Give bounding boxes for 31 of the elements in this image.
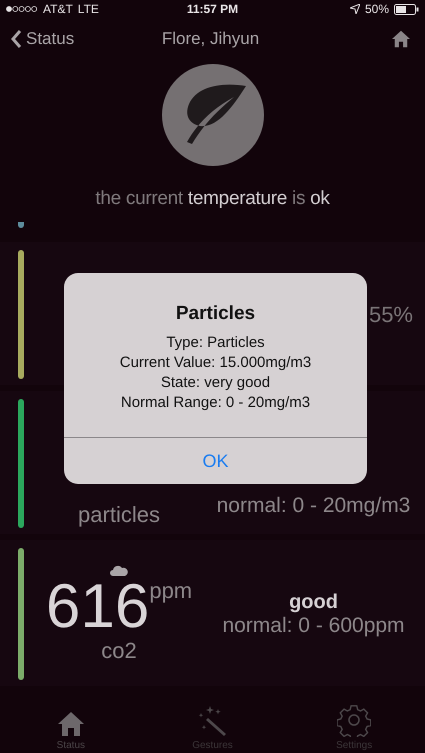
sensor-label: co2 (101, 638, 137, 664)
cloud-icon (110, 564, 128, 576)
alert-message-line: Type: Particles (165, 333, 266, 353)
sensor-value: 616 (46, 576, 150, 638)
battery-icon (394, 4, 419, 14)
location-icon (350, 4, 360, 14)
leaf-icon (162, 64, 264, 166)
normal-range: normal: 0 - 600ppm (222, 614, 405, 638)
normal-range: normal: 0 - 20mg/m3 (216, 494, 410, 518)
home-icon (56, 711, 85, 737)
alert-message-line: Current Value: 15.000mg/m3 (118, 353, 312, 373)
tab-item[interactable]: Status (0, 695, 142, 753)
battery-level: 50% (364, 2, 389, 16)
status-caption: the current temperature is ok (94, 188, 331, 210)
alert-title: Particles (174, 303, 256, 325)
sensor-state: good (289, 590, 338, 614)
sensor-state: 55% (368, 302, 413, 328)
sensor-unit: ppm (149, 580, 192, 602)
ok-button[interactable]: OK (64, 438, 367, 484)
alert-message-line: Normal Range: 0 - 20mg/m3 (120, 393, 312, 413)
back-button[interactable]: Status (10, 29, 128, 49)
home-icon[interactable] (391, 30, 411, 48)
signal-icon (6, 6, 38, 12)
alert-message-line: State: very good (160, 373, 272, 393)
chevron-icon (10, 29, 22, 49)
gear-icon (337, 703, 372, 737)
network-label: LTE (78, 2, 99, 16)
status-time: 11:57 PM (186, 2, 238, 16)
carrier-label: AT&T (43, 2, 73, 16)
sensor-label: particles (78, 502, 160, 528)
nav-title: Flore, Jihyun (160, 29, 260, 49)
